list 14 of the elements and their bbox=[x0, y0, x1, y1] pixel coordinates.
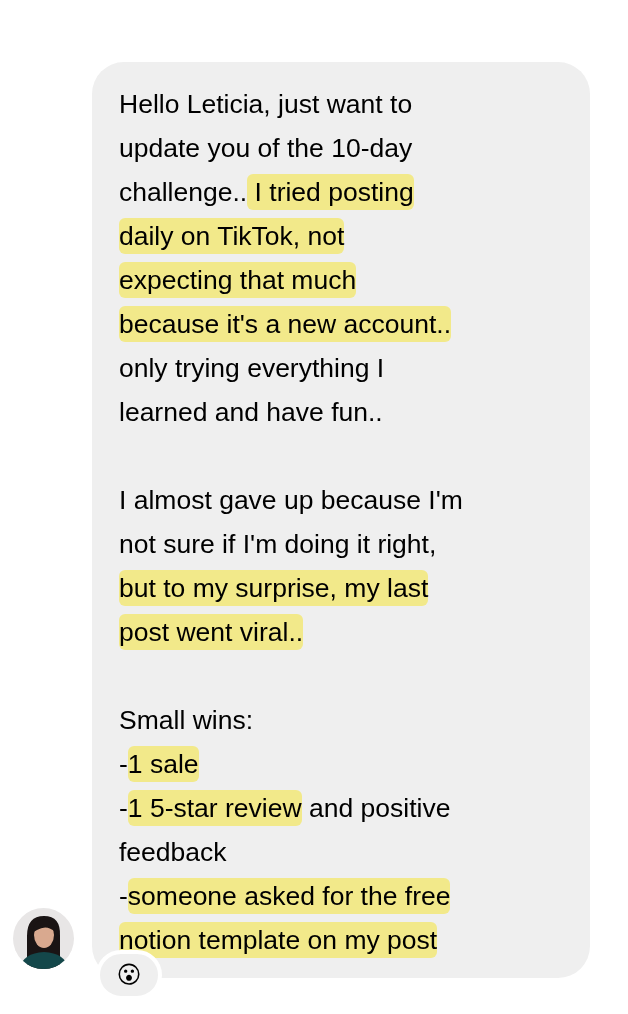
message-line: expecting that much bbox=[119, 258, 570, 302]
message-line: learned and have fun.. bbox=[119, 396, 384, 429]
message-line: not sure if I'm doing it right, bbox=[119, 528, 438, 561]
message-line: update you of the 10-day bbox=[119, 132, 414, 165]
message-line: -1 sale bbox=[119, 742, 570, 786]
message-line: post went viral.. bbox=[119, 610, 570, 654]
message-line: I almost gave up because I'm bbox=[119, 484, 464, 517]
message-line: challenge.. I tried posting bbox=[119, 170, 570, 214]
message-line: Small wins: bbox=[119, 704, 254, 737]
message-line: Hello Leticia, just want to bbox=[119, 88, 414, 121]
message-line: -1 5-star review and positive bbox=[119, 786, 570, 830]
message-line: daily on TikTok, not bbox=[119, 214, 570, 258]
message-line: feedback bbox=[119, 836, 228, 869]
message-line: only trying everything I bbox=[119, 352, 386, 385]
